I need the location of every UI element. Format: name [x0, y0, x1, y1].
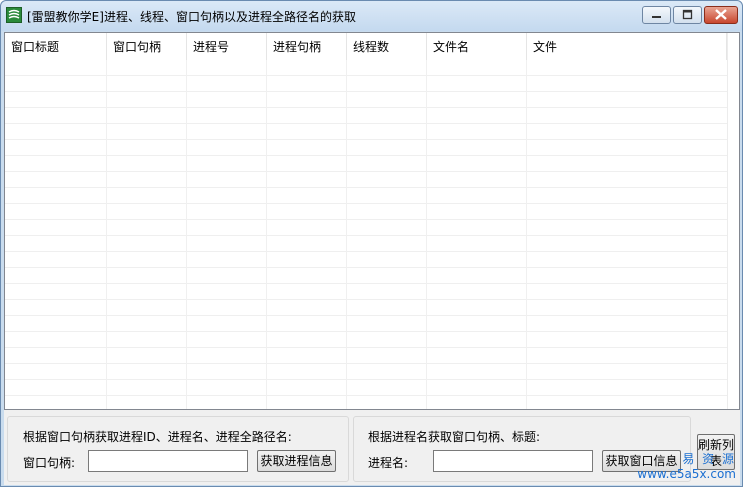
column-header-process-handle[interactable]: 进程句柄 — [267, 33, 347, 60]
maximize-button[interactable] — [673, 6, 702, 24]
watermark-url: www.e5a5x.com — [637, 467, 736, 481]
app-icon — [6, 7, 22, 23]
minimize-icon — [652, 16, 661, 18]
close-button[interactable] — [704, 6, 738, 24]
column-header-file-name[interactable]: 文件名 — [427, 33, 527, 60]
window-title: [雷盟教你学E]进程、线程、窗口句柄以及进程全路径名的获取 — [27, 10, 356, 24]
column-header-thread-count[interactable]: 线程数 — [347, 33, 427, 60]
minimize-button[interactable] — [642, 6, 671, 24]
column-divider — [186, 60, 187, 409]
window-handle-label: 窗口句柄: — [23, 456, 76, 470]
list-body — [5, 60, 727, 409]
maximize-icon — [682, 9, 693, 20]
get-process-info-button[interactable]: 获取进程信息 — [257, 450, 336, 472]
column-header-file[interactable]: 文件 — [527, 33, 727, 60]
group-title: 根据进程名获取窗口句柄、标题: — [368, 430, 541, 444]
client-area: 窗口标题 窗口句柄 进程号 进程句柄 线程数 文件名 文件 根据窗口句柄获取进程… — [4, 32, 740, 485]
title-bar[interactable]: [雷盟教你学E]进程、线程、窗口句柄以及进程全路径名的获取 — [1, 1, 742, 31]
list-scroll-gutter — [727, 33, 739, 409]
process-name-label: 进程名: — [368, 456, 409, 470]
column-divider — [106, 60, 107, 409]
app-window: [雷盟教你学E]进程、线程、窗口句柄以及进程全路径名的获取 窗口标题 窗口句柄 … — [0, 0, 743, 487]
column-divider — [266, 60, 267, 409]
process-list[interactable]: 窗口标题 窗口句柄 进程号 进程句柄 线程数 文件名 文件 — [4, 32, 740, 410]
watermark-text: 易 资 源 — [682, 452, 736, 466]
group-title: 根据窗口句柄获取进程ID、进程名、进程全路径名: — [23, 430, 292, 444]
list-header: 窗口标题 窗口句柄 进程号 进程句柄 线程数 文件名 文件 — [5, 33, 727, 60]
group-window-handle-lookup: 根据窗口句柄获取进程ID、进程名、进程全路径名: 窗口句柄: 获取进程信息 — [7, 416, 349, 482]
close-icon — [715, 9, 727, 20]
column-divider — [346, 60, 347, 409]
column-divider — [526, 60, 527, 409]
column-header-window-title[interactable]: 窗口标题 — [5, 33, 107, 60]
column-header-process-id[interactable]: 进程号 — [187, 33, 267, 60]
column-header-window-handle[interactable]: 窗口句柄 — [107, 33, 187, 60]
column-divider — [426, 60, 427, 409]
window-handle-input[interactable] — [88, 450, 248, 472]
process-name-input[interactable] — [433, 450, 593, 472]
watermark: 易 资 源 www.e5a5x.com — [637, 452, 736, 482]
